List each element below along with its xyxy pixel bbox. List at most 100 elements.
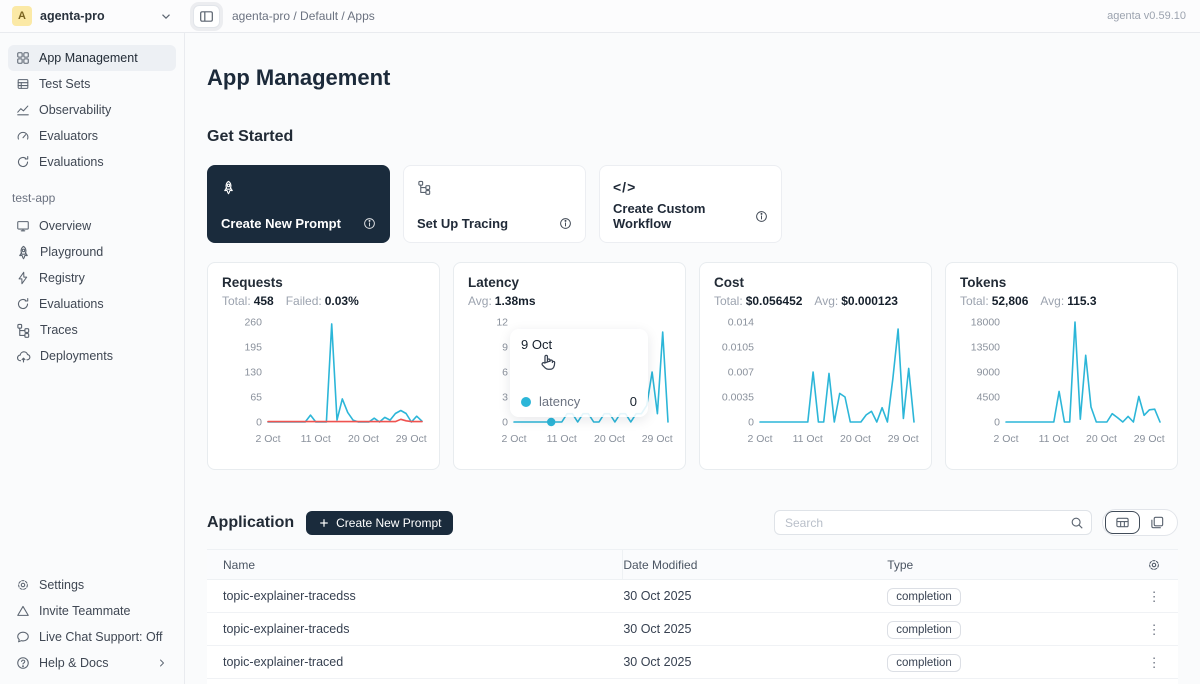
chart-stat: Avg:1.38ms xyxy=(468,294,536,308)
sidebar-item-label: Invite Teammate xyxy=(39,604,168,618)
info-icon[interactable] xyxy=(755,210,768,223)
app-type-badge: completion xyxy=(887,621,961,639)
sidebar-item-traces[interactable]: Traces xyxy=(8,317,176,343)
app-date-modified: 30 Oct 2025 xyxy=(623,589,887,603)
svg-text:11 Oct: 11 Oct xyxy=(301,433,331,445)
table-row[interactable]: topic-explainer-traceds30 Oct 2025comple… xyxy=(207,613,1178,646)
search-box xyxy=(774,510,1092,535)
gear-icon xyxy=(16,578,30,592)
chart-stat: Failed:0.03% xyxy=(286,294,359,308)
column-header-date-modified[interactable]: Date Modified xyxy=(623,558,887,572)
svg-text:6: 6 xyxy=(502,367,508,379)
app-type-badge: completion xyxy=(887,654,961,672)
svg-text:65: 65 xyxy=(250,392,262,404)
create-new-prompt-button[interactable]: Create New Prompt xyxy=(306,511,453,535)
svg-text:29 Oct: 29 Oct xyxy=(1134,433,1165,445)
svg-text:13500: 13500 xyxy=(971,342,1000,354)
sidebar-item-evaluators[interactable]: Evaluators xyxy=(8,123,176,149)
rocket-icon xyxy=(16,245,31,260)
workspace-selector[interactable]: A agenta-pro xyxy=(0,6,185,26)
main-content: App Management Get Started Create New Pr… xyxy=(185,33,1200,684)
svg-text:2 Oct: 2 Oct xyxy=(501,433,526,445)
sidebar-item-label: Playground xyxy=(40,245,168,259)
svg-text:9: 9 xyxy=(502,342,508,354)
sidebar-item-live-chat-support-off[interactable]: Live Chat Support: Off xyxy=(8,624,176,650)
svg-text:2 Oct: 2 Oct xyxy=(747,433,772,445)
sidebar-item-deployments[interactable]: Deployments xyxy=(8,343,176,369)
chart-title: Cost xyxy=(714,275,917,290)
svg-text:195: 195 xyxy=(244,342,262,354)
sidebar-item-registry[interactable]: Registry xyxy=(8,265,176,291)
row-kebab-menu[interactable]: ⋮ xyxy=(1148,656,1161,669)
sidebar-item-label: Deployments xyxy=(40,349,168,363)
sidebar-item-label: Overview xyxy=(39,219,168,233)
view-toggle xyxy=(1102,509,1178,536)
get-started-card-label: Set Up Tracing xyxy=(417,216,508,231)
tooltip-date: 9 Oct xyxy=(521,337,637,352)
get-started-card-set-up-tracing[interactable]: Set Up Tracing xyxy=(403,165,586,243)
sidebar-toggle-button[interactable] xyxy=(193,5,220,28)
sidebar-item-test-sets[interactable]: Test Sets xyxy=(8,71,176,97)
chart-stat: Total:$0.056452 xyxy=(714,294,802,308)
sidebar-item-invite-teammate[interactable]: Invite Teammate xyxy=(8,598,176,624)
row-kebab-menu[interactable]: ⋮ xyxy=(1148,590,1161,603)
svg-text:0: 0 xyxy=(748,417,754,429)
sidebar-item-overview[interactable]: Overview xyxy=(8,213,176,239)
table-settings-gear-icon[interactable] xyxy=(1147,558,1161,572)
table-row[interactable]: topic-explainer-traced30 Oct 2025complet… xyxy=(207,646,1178,679)
svg-text:0.014: 0.014 xyxy=(728,317,754,329)
sidebar-item-observability[interactable]: Observability xyxy=(8,97,176,123)
chat-icon xyxy=(16,630,30,644)
chart-stats: Avg:1.38ms xyxy=(468,294,671,308)
sidebar-item-settings[interactable]: Settings xyxy=(8,572,176,598)
column-header-type[interactable]: Type xyxy=(887,558,1130,572)
sidebar-item-label: App Management xyxy=(39,51,168,65)
svg-text:29 Oct: 29 Oct xyxy=(396,433,427,445)
get-started-card-create-new-prompt[interactable]: Create New Prompt xyxy=(207,165,390,243)
tooltip-series-name: latency xyxy=(539,394,580,409)
sidebar-item-label: Registry xyxy=(39,271,168,285)
app-version: agenta v0.59.10 xyxy=(1107,10,1200,22)
info-icon[interactable] xyxy=(559,217,572,230)
get-started-card-create-custom-workflow[interactable]: </>Create Custom Workflow xyxy=(599,165,782,243)
chart-stat: Avg:$0.000123 xyxy=(814,294,898,308)
app-date-modified: 30 Oct 2025 xyxy=(623,622,887,636)
chart-card-cost: Cost Total:$0.056452 Avg:$0.000123 0.014 0.0… xyxy=(699,262,932,470)
sidebar-item-app-management[interactable]: App Management xyxy=(8,45,176,71)
card-view-button[interactable] xyxy=(1140,511,1175,534)
chart-stats: Total:458 Failed:0.03% xyxy=(222,294,425,308)
monitor-icon xyxy=(16,219,30,233)
sidebar-item-evaluations[interactable]: Evaluations xyxy=(8,291,176,317)
sidebar-item-label: Evaluations xyxy=(39,155,168,169)
bolt-icon xyxy=(16,271,30,285)
svg-text:2 Oct: 2 Oct xyxy=(255,433,280,445)
gauge-icon xyxy=(16,129,30,143)
info-icon[interactable] xyxy=(363,217,376,230)
search-button[interactable] xyxy=(1063,511,1091,534)
svg-text:0: 0 xyxy=(256,417,262,429)
refresh-icon xyxy=(16,297,30,311)
svg-text:3: 3 xyxy=(502,392,508,404)
app-date-modified: 30 Oct 2025 xyxy=(623,655,887,669)
series-dot xyxy=(521,397,531,407)
sidebar: App ManagementTest SetsObservabilityEval… xyxy=(0,33,185,684)
column-header-name[interactable]: Name xyxy=(207,550,623,579)
table-view-button[interactable] xyxy=(1105,511,1140,534)
search-icon xyxy=(1070,516,1084,530)
svg-text:29 Oct: 29 Oct xyxy=(642,433,673,445)
sidebar-item-evaluations[interactable]: Evaluations xyxy=(8,149,176,175)
refresh-icon xyxy=(16,155,30,169)
breadcrumb[interactable]: agenta-pro / Default / Apps xyxy=(232,9,375,23)
svg-text:11 Oct: 11 Oct xyxy=(547,433,577,445)
table-row[interactable]: topic-explainer-tracedss30 Oct 2025compl… xyxy=(207,580,1178,613)
svg-text:0.007: 0.007 xyxy=(728,367,754,379)
workspace-avatar: A xyxy=(12,6,32,26)
sidebar-item-help-docs[interactable]: Help & Docs xyxy=(8,650,176,676)
app-type-badge: completion xyxy=(887,588,961,606)
search-input[interactable] xyxy=(775,511,1063,534)
chart-stat: Total:458 xyxy=(222,294,274,308)
sidebar-section-label: test-app xyxy=(8,175,176,213)
table-row[interactable]: career-assessment27 Oct 2025completion⋮ xyxy=(207,679,1178,684)
row-kebab-menu[interactable]: ⋮ xyxy=(1148,623,1161,636)
sidebar-item-playground[interactable]: Playground xyxy=(8,239,176,265)
